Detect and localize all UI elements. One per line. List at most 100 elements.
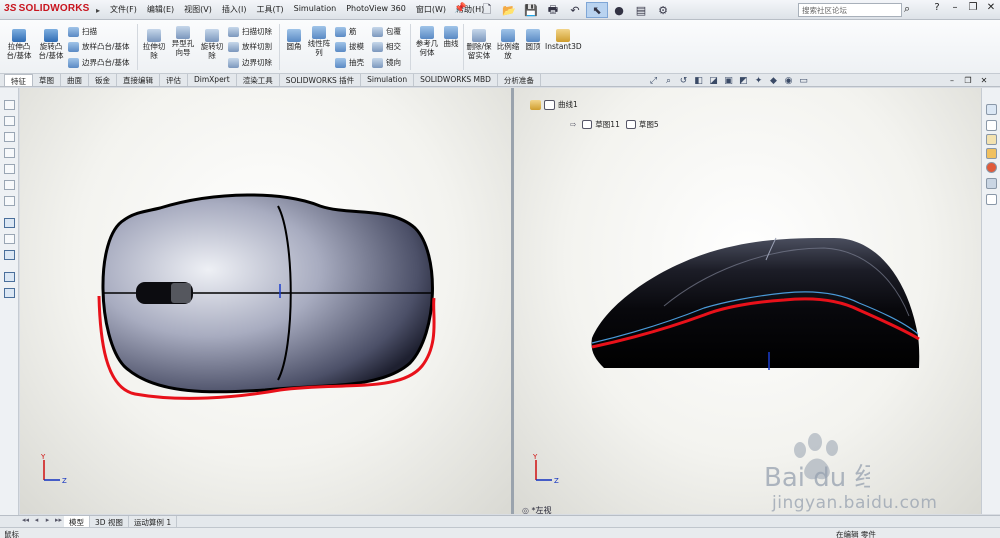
tab-direct-editing[interactable]: 直接编辑 [117,74,160,86]
tool-icon[interactable] [4,132,15,142]
edit-appearance-icon[interactable]: ◆ [766,76,781,86]
save-icon[interactable]: 💾 [520,2,542,18]
display-style-icon[interactable]: ◩ [736,76,751,86]
zoom-area-icon[interactable]: ⌕ [661,76,676,86]
expand-arrow-icon[interactable]: ⇨ [570,120,576,129]
shell-button[interactable]: 抽壳 [335,57,364,68]
mirror-button[interactable]: 镜向 [372,57,401,68]
hole-wizard-button[interactable]: 异型孔 向导 [169,26,197,57]
intersect-button[interactable]: 相交 [372,41,401,52]
last-tab-icon[interactable]: ▸▸ [53,516,64,527]
next-tab-icon[interactable]: ▸ [42,516,53,527]
tool-icon[interactable] [4,180,15,190]
tab-model[interactable]: 模型 [64,516,90,527]
scene-icon[interactable]: ◉ [781,76,796,86]
feature-tree-flyout[interactable]: 曲线1 [530,99,578,110]
open-file-icon[interactable]: 📂 [498,2,520,18]
home-icon[interactable] [986,104,997,115]
sweep-button[interactable]: 扫描 [68,26,97,37]
close-icon[interactable]: ✕ [982,2,1000,13]
tool-icon[interactable] [4,100,15,110]
draft-button[interactable]: 拔模 [335,41,364,52]
extrude-cut-button[interactable]: 拉伸切 除 [140,29,168,60]
custom-properties-icon[interactable] [986,178,997,189]
print-icon[interactable]: 🖶 [542,2,564,18]
tab-simulation[interactable]: Simulation [361,74,415,86]
tool-icon[interactable] [4,116,15,126]
minimize-icon[interactable]: – [946,2,964,13]
solidworks-logo[interactable]: 3S SOLIDWORKS [4,3,90,14]
first-tab-icon[interactable]: ◂◂ [20,516,31,527]
tool-icon[interactable] [4,272,15,282]
tab-addins[interactable]: SOLIDWORKS 插件 [280,74,362,86]
scale-button[interactable]: 比例缩 放 [495,29,521,60]
viewport-top-view[interactable]: Y Z [20,88,511,514]
sketch-item[interactable]: 草图5 [625,119,659,130]
resources-icon[interactable] [986,120,997,131]
tool-icon[interactable] [4,218,15,228]
boundary-button[interactable]: 边界凸台/基体 [68,57,130,68]
tab-analysis-prep[interactable]: 分析准备 [498,74,541,86]
appearances-icon[interactable] [986,162,997,173]
eye-icon[interactable]: ◎ [522,506,529,515]
linear-pattern-button[interactable]: 线性阵 列 [306,26,332,57]
fillet-button[interactable]: 圆角 [283,29,305,52]
doc-close-icon[interactable]: ✕ [976,76,992,85]
zoom-fit-icon[interactable]: ⤢ [646,76,661,86]
search-input[interactable]: 搜索社区论坛 [798,3,902,17]
revolve-cut-button[interactable]: 旋转切 除 [198,29,226,60]
file-explorer-icon[interactable] [986,148,997,159]
loft-cut-button[interactable]: 放样切割 [228,41,272,52]
menu-view[interactable]: 视图(V) [184,4,212,15]
viewport-left-view[interactable]: Y Z [514,88,981,514]
menu-window[interactable]: 窗口(W) [416,4,446,15]
section-view-icon[interactable]: ◧ [691,76,706,86]
view-orientation-icon[interactable]: ▣ [721,76,736,86]
tool-icon[interactable] [4,148,15,158]
undo-icon[interactable]: ↶ [564,2,586,18]
menu-tools[interactable]: 工具(T) [256,4,283,15]
tool-icon[interactable] [4,250,15,260]
menu-photoview[interactable]: PhotoView 360 [346,4,406,15]
tab-3d-views[interactable]: 3D 视图 [90,516,129,527]
reference-geometry-button[interactable]: 参考几 何体 [413,26,441,57]
tab-evaluate[interactable]: 评估 [160,74,188,86]
boundary-cut-button[interactable]: 边界切除 [228,57,272,68]
instant3d-button[interactable]: Instant3D [545,29,582,52]
sketch-item[interactable]: 草图11 [582,119,620,130]
curves-button[interactable]: 曲线 [441,26,461,49]
dome-button[interactable]: 圆顶 [522,29,544,52]
loft-button[interactable]: 放样凸台/基体 [68,41,130,52]
tool-icon[interactable] [4,288,15,298]
help-icon[interactable]: ? [928,2,946,13]
search-icon[interactable]: ⌕ [904,2,910,16]
tab-dimxpert[interactable]: DimXpert [188,74,237,86]
tool-icon[interactable] [4,234,15,244]
wrap-button[interactable]: 包覆 [372,26,401,37]
extrude-boss-button[interactable]: 拉伸凸 台/基体 [4,29,34,60]
forum-icon[interactable] [986,194,997,205]
hide-show-icon[interactable]: ✦ [751,76,766,86]
options-gear-icon[interactable]: ⚙ [652,2,674,18]
curve-item-label[interactable]: 曲线1 [558,99,578,110]
tool-icon[interactable] [4,196,15,206]
doc-restore-icon[interactable]: ❐ [960,76,976,85]
view-settings-icon[interactable]: ▭ [796,76,811,86]
previous-view-icon[interactable]: ↺ [676,76,691,86]
revolve-boss-button[interactable]: 旋转凸 台/基体 [36,29,66,60]
tab-sketch[interactable]: 草图 [33,74,61,86]
menu-insert[interactable]: 插入(I) [222,4,247,15]
tool-icon[interactable] [4,164,15,174]
menu-file[interactable]: 文件(F) [110,4,137,15]
rebuild-icon[interactable]: ● [608,2,630,18]
design-library-icon[interactable] [986,134,997,145]
dynamic-annotation-icon[interactable]: ◪ [706,76,721,86]
select-icon[interactable]: ⬉ [586,2,608,18]
tab-features[interactable]: 特征 [4,74,33,86]
tab-sheet-metal[interactable]: 钣金 [89,74,117,86]
logo-arrow-icon[interactable]: ▸ [96,6,100,15]
doc-minimize-icon[interactable]: – [944,76,960,85]
sweep-cut-button[interactable]: 扫描切除 [228,26,272,37]
delete-body-button[interactable]: 删除/保 留实体 [465,29,493,60]
restore-icon[interactable]: ❐ [964,2,982,13]
